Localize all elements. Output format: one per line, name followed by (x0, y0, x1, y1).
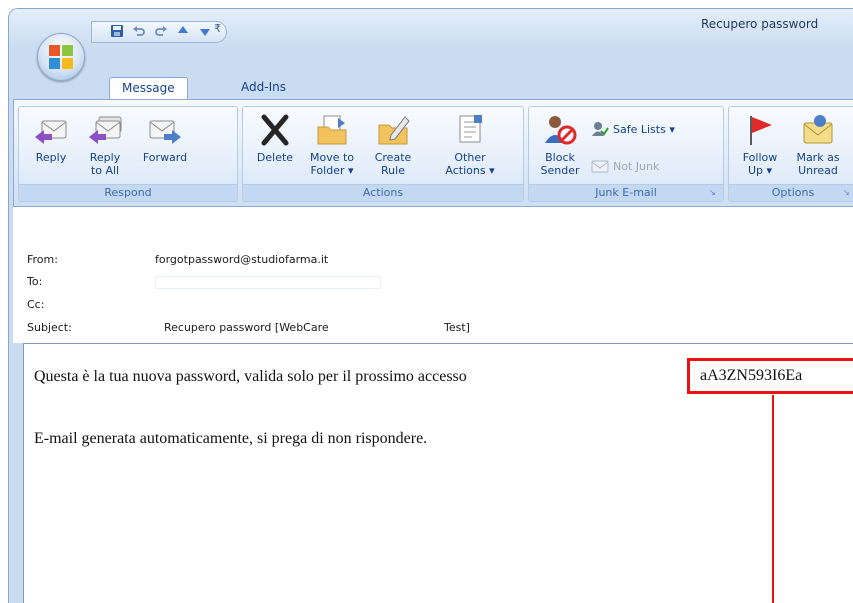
quick-access-toolbar (91, 21, 227, 43)
safe-lists-button[interactable]: Safe Lists ▾ (591, 121, 675, 137)
other-actions-icon (459, 115, 482, 143)
mark-as-unread-icon (803, 115, 833, 144)
delete-icon (261, 114, 289, 146)
create-rule-icon (378, 116, 410, 145)
move-to-folder-button[interactable]: Move to Folder ▾ (301, 113, 363, 177)
other-actions-button[interactable]: Other Actions ▾ (437, 113, 503, 177)
subject-value-end: Test] (444, 321, 470, 334)
mark-as-unread-button[interactable]: Mark as Unread (789, 113, 847, 177)
office-button[interactable] (37, 33, 85, 81)
group-label-options: Options (729, 184, 853, 201)
office-logo-icon (49, 45, 73, 69)
forward-icon (149, 120, 181, 144)
password-value: aA3ZN593I6Ea (700, 367, 803, 384)
tab-message[interactable]: Message (109, 77, 188, 100)
delete-button[interactable]: Delete (249, 113, 301, 164)
reply-button[interactable]: Reply (25, 113, 77, 164)
window-title: Recupero password (701, 17, 819, 31)
group-options: Follow Up ▾ Mark as Unread Options ↘ (728, 106, 853, 202)
group-label-respond: Respond (19, 184, 237, 201)
next-item-icon[interactable] (198, 24, 212, 41)
title-bar: ₹ Recupero password (9, 9, 853, 49)
reply-all-button[interactable]: Reply to All (77, 113, 133, 177)
tab-add-ins[interactable]: Add-Ins (229, 77, 298, 100)
subject-label: Subject: (27, 321, 72, 334)
create-rule-button[interactable]: Create Rule (365, 113, 421, 177)
body-text-password-notice: Questa è la tua nuova password, valida s… (34, 368, 467, 385)
to-value[interactable] (155, 276, 381, 289)
block-sender-button[interactable]: Block Sender (535, 113, 585, 177)
forward-button[interactable]: Forward (135, 113, 195, 164)
not-junk-icon (591, 160, 609, 173)
ribbon: Reply Reply to All Forward Respond Delet… (13, 99, 853, 207)
reply-icon (35, 120, 67, 144)
reply-all-icon (89, 116, 122, 144)
to-label: To: (27, 275, 43, 288)
follow-up-flag-icon (750, 116, 772, 145)
password-highlight-box: aA3ZN593I6Ea (687, 358, 853, 394)
group-junk-email: Block Sender Safe Lists ▾ Not Junk Junk … (528, 106, 724, 202)
from-value[interactable]: forgotpassword@studiofarma.it (155, 253, 328, 266)
dialog-launcher-icon[interactable]: ↘ (709, 188, 719, 198)
message-body[interactable]: Questa è la tua nuova password, valida s… (23, 343, 853, 603)
group-actions: Delete Move to Folder ▾ Create Rule Othe… (242, 106, 524, 202)
body-text-auto-generated: E-mail generata automaticamente, si preg… (34, 430, 428, 447)
customize-dropdown-icon[interactable]: ₹ (214, 22, 221, 35)
dialog-launcher-icon[interactable]: ↘ (843, 188, 853, 198)
redo-icon[interactable] (154, 24, 168, 41)
callout-line (772, 395, 774, 603)
group-label-junk-email: Junk E-mail (529, 184, 723, 201)
not-junk-button: Not Junk (591, 159, 659, 173)
safe-lists-icon (592, 122, 609, 136)
move-to-folder-icon (317, 115, 347, 145)
group-respond: Reply Reply to All Forward Respond (18, 106, 238, 202)
subject-value: Recupero password [WebCare (164, 321, 329, 334)
previous-item-icon[interactable] (176, 24, 190, 41)
follow-up-button[interactable]: Follow Up ▾ (733, 113, 787, 177)
undo-icon[interactable] (132, 24, 146, 41)
message-header: From: forgotpassword@studiofarma.it To: … (13, 207, 853, 343)
block-sender-icon (545, 116, 577, 145)
cc-label: Cc: (27, 298, 45, 311)
from-label: From: (27, 253, 58, 266)
group-label-actions: Actions (243, 184, 523, 201)
outlook-message-window: ₹ Recupero password Message Add-Ins Repl… (8, 8, 853, 603)
save-icon[interactable] (110, 24, 124, 41)
